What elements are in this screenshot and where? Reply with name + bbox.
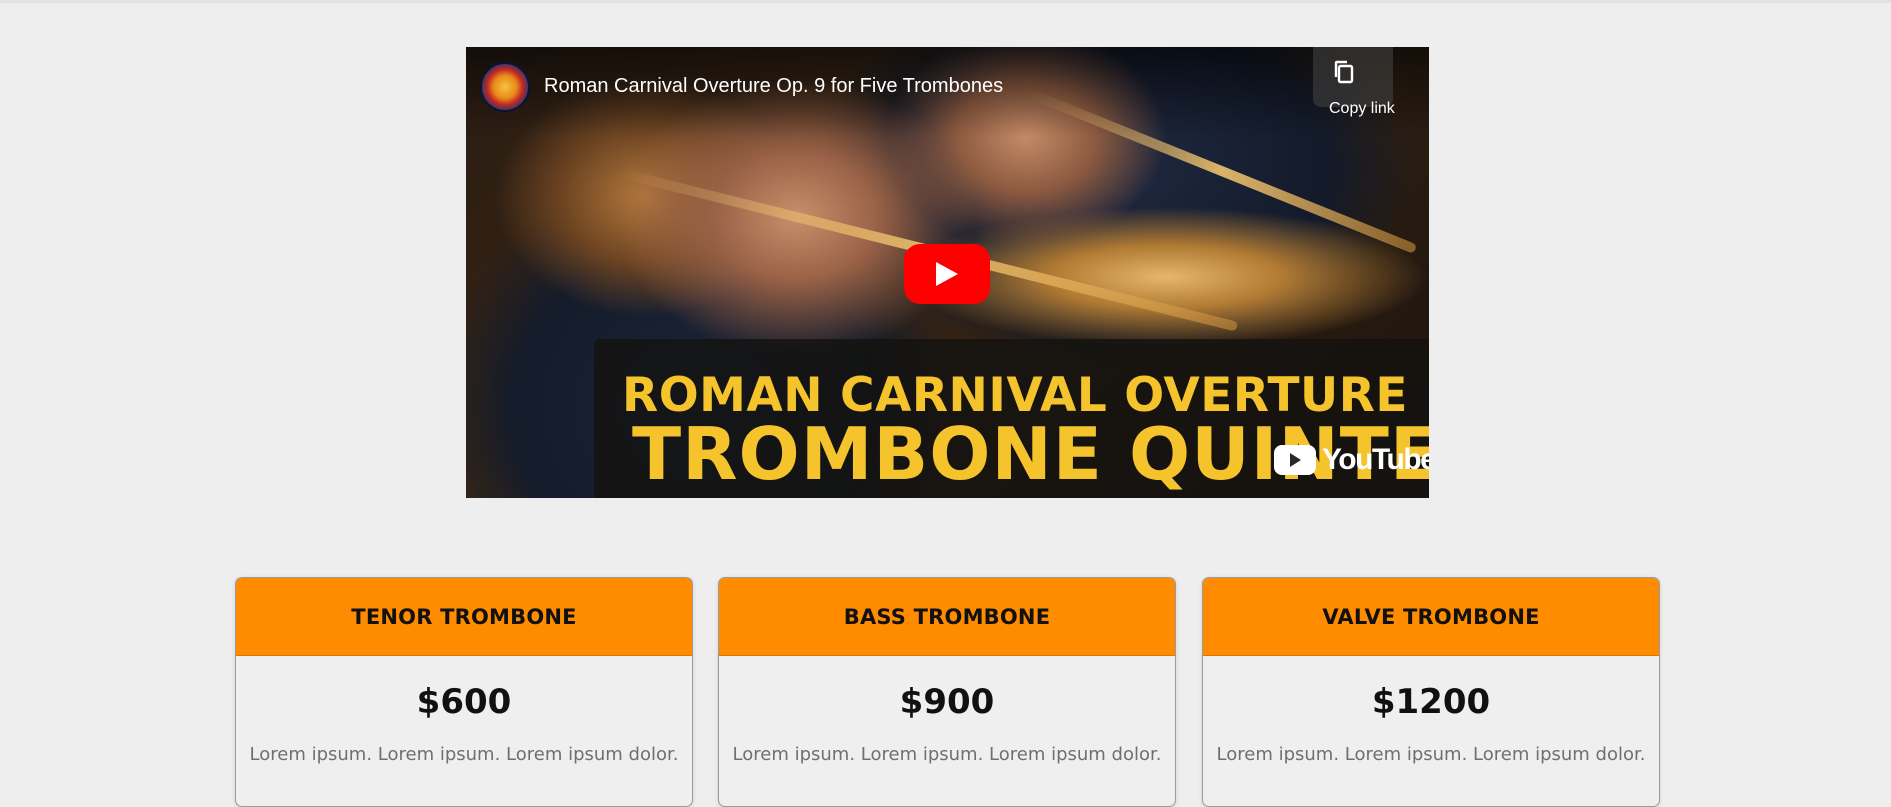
channel-logo-icon[interactable]: [480, 62, 530, 112]
pricing-card-valve: VALVE TROMBONE $1200 Lorem ipsum. Lorem …: [1202, 577, 1660, 807]
video-title[interactable]: Roman Carnival Overture Op. 9 for Five T…: [544, 75, 1003, 98]
copy-link-label[interactable]: Copy link: [1329, 100, 1395, 118]
video-embed[interactable]: Roman Carnival Overture Op. 9 for Five T…: [466, 47, 1429, 498]
pricing-card-header: VALVE TROMBONE: [1203, 578, 1659, 656]
youtube-logo-icon: [1274, 445, 1316, 475]
copy-link-button[interactable]: [1313, 47, 1393, 107]
pricing-card-title: BASS TROMBONE: [843, 604, 1051, 629]
pricing-card-title: TENOR TROMBONE: [351, 604, 577, 629]
pricing-card-header: TENOR TROMBONE: [236, 578, 692, 656]
pricing-card-tenor: TENOR TROMBONE $600 Lorem ipsum. Lorem i…: [235, 577, 693, 807]
pricing-card-price: $600: [416, 682, 512, 722]
pricing-card-price: $1200: [1371, 682, 1491, 722]
pricing-card-description: Lorem ipsum. Lorem ipsum. Lorem ipsum do…: [732, 744, 1162, 765]
pricing-card-header: BASS TROMBONE: [719, 578, 1175, 656]
pricing-card-price: $900: [899, 682, 995, 722]
youtube-wordmark: YouTube: [1322, 443, 1429, 476]
play-icon: [936, 262, 958, 286]
pricing-card-bass: BASS TROMBONE $900 Lorem ipsum. Lorem ip…: [718, 577, 1176, 807]
pricing-card-title: VALVE TROMBONE: [1322, 604, 1540, 629]
youtube-logo[interactable]: YouTube: [1274, 443, 1429, 477]
copy-icon: [1334, 60, 1354, 84]
pricing-card-description: Lorem ipsum. Lorem ipsum. Lorem ipsum do…: [1216, 744, 1646, 765]
pricing-card-description: Lorem ipsum. Lorem ipsum. Lorem ipsum do…: [249, 744, 679, 765]
play-button[interactable]: [904, 244, 990, 304]
top-divider: [0, 0, 1891, 3]
